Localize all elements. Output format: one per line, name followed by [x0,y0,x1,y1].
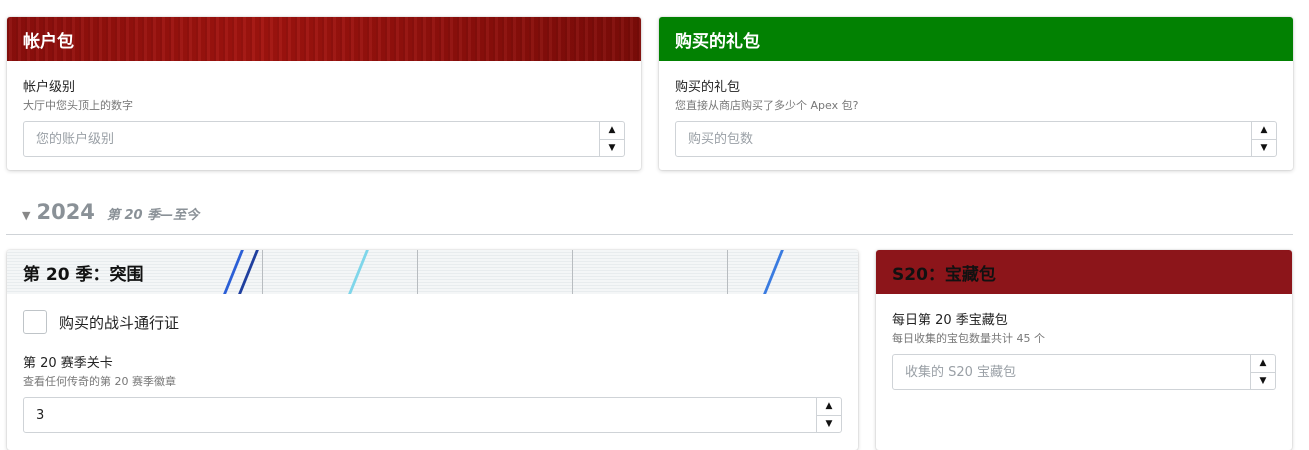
season20-header: 第 20 季：突围 [7,250,858,294]
treasure-packs-stepper: ▲ ▼ [892,354,1276,390]
season20-card: 第 20 季：突围 购买的战斗通行证 第 20 赛季关卡 查看任何传奇的第 20… [7,250,858,450]
collapse-caret-icon: ▼ [22,209,31,222]
treasure-packs-title: S20：宝藏包 [892,264,996,285]
account-level-spinner: ▲ ▼ [599,122,624,156]
purchased-packs-help: 您直接从商店购买了多少个 Apex 包? [675,99,859,112]
decrement-down-icon[interactable]: ▼ [817,414,841,433]
decrement-down-icon[interactable]: ▼ [1252,138,1276,157]
decrement-down-icon[interactable]: ▼ [600,138,624,157]
battlepass-label: 购买的战斗通行证 [59,313,180,332]
purchased-packs-label: 购买的礼包 [675,80,741,95]
account-level-help: 大厅中您头顶上的数字 [23,99,133,112]
increment-up-icon[interactable]: ▲ [817,398,841,415]
header-decoration-line [262,250,263,294]
header-decoration-streak [763,250,784,294]
decrement-down-icon[interactable]: ▼ [1251,371,1275,390]
increment-up-icon[interactable]: ▲ [600,122,624,139]
account-level-stepper: ▲ ▼ [23,121,625,157]
treasure-packs-body: 每日第 20 季宝藏包 每日收集的宝包数量共计 45 个 ▲ ▼ [876,294,1292,390]
treasure-packs-help: 每日收集的宝包数量共计 45 个 [892,332,1045,345]
header-decoration-streak [348,250,369,294]
increment-up-icon[interactable]: ▲ [1252,122,1276,139]
account-pack-title: 帐户包 [23,31,74,52]
year-section-toggle[interactable]: ▼ 2024 第 20 季—至今 [22,200,199,224]
treasure-packs-input[interactable] [893,356,1250,388]
purchased-packs-header: 购买的礼包 [659,17,1293,61]
account-pack-body: 帐户级别 大厅中您头顶上的数字 ▲ ▼ [7,61,641,157]
season-level-input[interactable] [24,399,816,431]
season-level-help: 查看任何传奇的第 20 赛季徽章 [23,375,176,388]
header-decoration-line [417,250,418,294]
purchased-packs-input[interactable] [676,123,1251,155]
purchased-packs-spinner: ▲ ▼ [1251,122,1276,156]
section-subtitle: 第 20 季—至今 [106,208,200,223]
purchased-packs-body: 购买的礼包 您直接从商店购买了多少个 Apex 包? ▲ ▼ [659,61,1293,157]
battlepass-checkbox[interactable] [23,310,47,334]
account-pack-header: 帐户包 [7,17,641,61]
purchased-packs-card: 购买的礼包 购买的礼包 您直接从商店购买了多少个 Apex 包? ▲ ▼ [659,17,1293,170]
section-year: 2024 [36,200,95,224]
account-level-input[interactable] [24,123,599,155]
account-level-label: 帐户级别 [23,80,76,95]
section-divider [6,234,1293,235]
account-pack-card: 帐户包 帐户级别 大厅中您头顶上的数字 ▲ ▼ [7,17,641,170]
battlepass-row: 购买的战斗通行证 [23,310,842,334]
treasure-packs-spinner: ▲ ▼ [1250,355,1275,389]
season-level-stepper: ▲ ▼ [23,397,842,433]
season20-body: 购买的战斗通行证 第 20 赛季关卡 查看任何传奇的第 20 赛季徽章 ▲ ▼ [7,294,858,433]
increment-up-icon[interactable]: ▲ [1251,355,1275,372]
treasure-packs-label: 每日第 20 季宝藏包 [892,313,1008,328]
header-decoration-line [572,250,573,294]
treasure-packs-header: S20：宝藏包 [876,250,1292,294]
season20-title: 第 20 季：突围 [23,264,144,285]
treasure-packs-card: S20：宝藏包 每日第 20 季宝藏包 每日收集的宝包数量共计 45 个 ▲ ▼ [876,250,1292,450]
purchased-packs-stepper: ▲ ▼ [675,121,1277,157]
season-level-label: 第 20 赛季关卡 [23,356,113,371]
header-decoration-line [727,250,728,294]
season-level-spinner: ▲ ▼ [816,398,841,432]
purchased-packs-title: 购买的礼包 [675,31,760,52]
